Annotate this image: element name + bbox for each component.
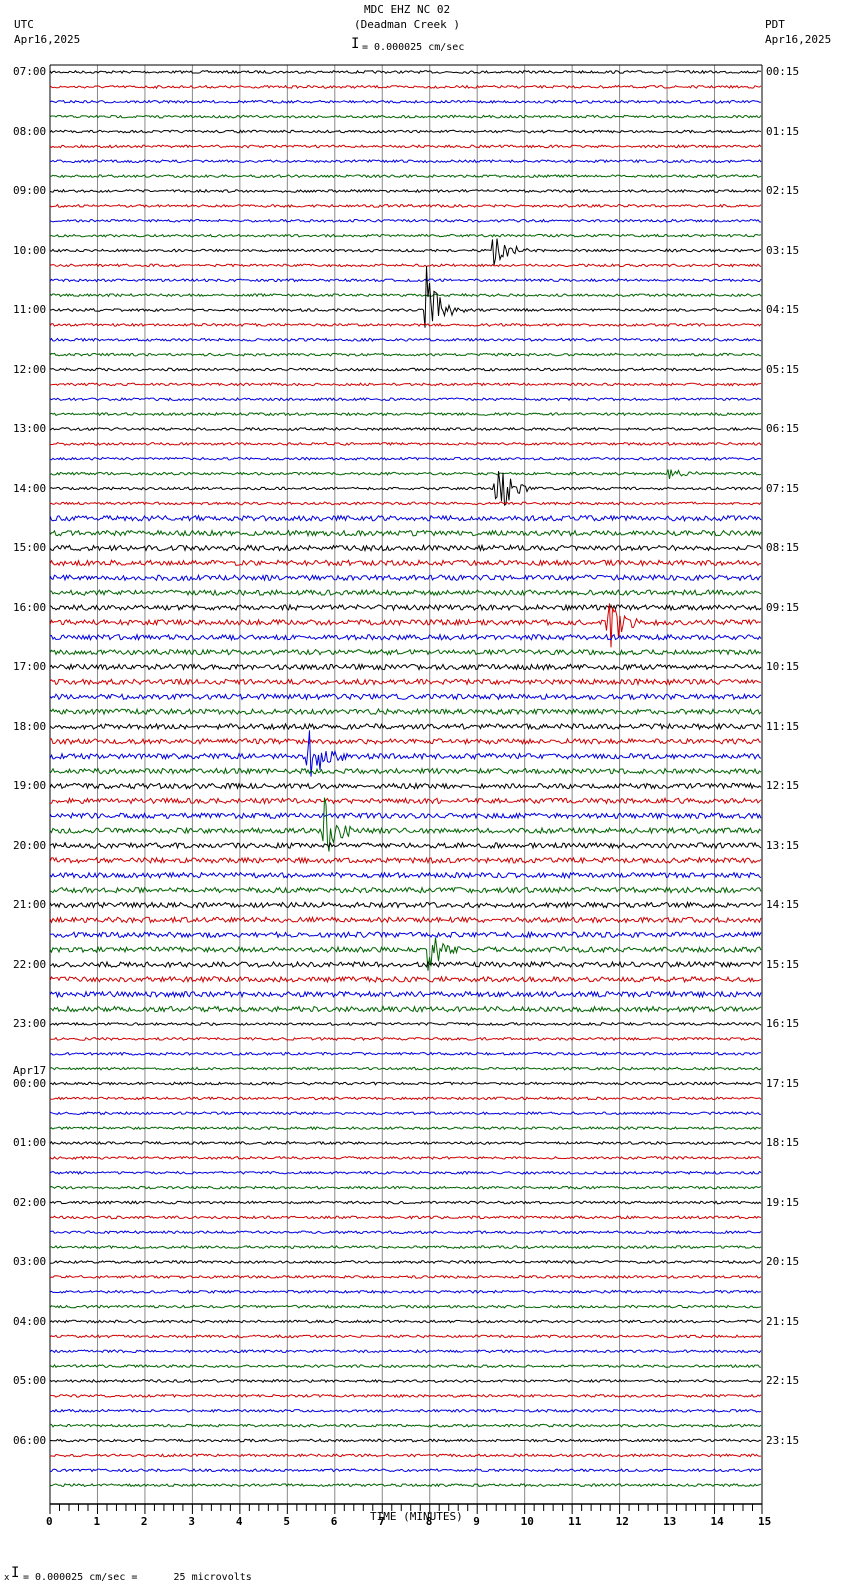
seismic-trace	[49, 730, 762, 777]
seismic-trace	[49, 662, 762, 672]
seismic-trace	[49, 1378, 762, 1384]
seismic-trace	[49, 1393, 762, 1399]
helicorder: MDC EHZ NC 02 (Deadman Creek ) UTC Apr16…	[0, 0, 850, 1584]
seismic-trace	[49, 1021, 762, 1027]
seismic-trace	[49, 265, 762, 328]
seismic-trace	[49, 543, 762, 553]
seismic-trace	[49, 188, 762, 194]
seismic-trace	[49, 1111, 762, 1116]
seismic-trace	[49, 1230, 762, 1235]
seismic-trace	[49, 1453, 762, 1458]
seismic-trace	[49, 471, 762, 507]
seismic-trace	[49, 1438, 762, 1443]
seismic-trace	[49, 263, 762, 268]
seismic-trace	[49, 975, 762, 984]
seismic-trace	[49, 1051, 761, 1056]
seismic-trace	[49, 1408, 762, 1413]
seismic-trace	[49, 129, 762, 134]
seismic-trace	[49, 900, 762, 910]
seismic-trace	[49, 1081, 762, 1086]
seismic-trace	[49, 238, 762, 266]
seismic-trace	[49, 707, 762, 716]
seismic-trace	[49, 781, 762, 790]
seismic-trace	[49, 367, 762, 372]
seismic-trace	[49, 1334, 762, 1339]
seismic-trace	[49, 1140, 762, 1146]
seismic-trace	[49, 1005, 762, 1013]
seismic-trace	[49, 692, 762, 701]
seismic-trace	[49, 766, 762, 775]
seismic-trace	[49, 1483, 762, 1488]
seismic-trace	[49, 1215, 762, 1220]
seismic-trace	[49, 796, 762, 806]
seismic-trace	[49, 1200, 762, 1205]
seismic-trace	[49, 1036, 762, 1042]
seismic-trace	[49, 1096, 762, 1101]
seismic-trace	[49, 886, 762, 895]
seismic-trace	[49, 737, 761, 746]
seismic-trace	[49, 1066, 762, 1071]
seismic-trace	[49, 856, 762, 865]
seismic-trace	[49, 588, 762, 597]
seismic-trace	[49, 233, 762, 238]
seismic-trace	[49, 573, 762, 582]
seismic-trace	[49, 1423, 762, 1428]
seismic-trace	[49, 603, 762, 612]
seismic-trace	[49, 441, 762, 447]
seismic-trace	[49, 1155, 762, 1161]
seismogram-plot	[49, 64, 763, 1514]
seismic-trace	[49, 292, 762, 298]
seismic-trace	[49, 1170, 762, 1175]
seismic-trace	[49, 1185, 762, 1190]
seismic-trace	[49, 841, 762, 850]
seismic-trace	[49, 1349, 762, 1354]
seismic-trace	[49, 84, 762, 90]
seismic-trace	[49, 1289, 762, 1294]
seismic-trace	[49, 382, 762, 387]
seismic-trace	[49, 352, 762, 357]
seismic-trace	[49, 159, 762, 164]
seismic-trace	[49, 930, 762, 940]
seismic-trace	[49, 1304, 762, 1309]
seismic-trace	[49, 558, 762, 567]
seismic-trace	[49, 469, 762, 479]
seismic-trace	[49, 69, 762, 75]
seismic-trace	[49, 144, 762, 149]
seismic-trace	[49, 1126, 762, 1131]
seismic-trace	[49, 99, 762, 104]
seismic-trace	[49, 915, 762, 924]
seismic-trace	[49, 871, 762, 880]
seismic-trace	[49, 811, 762, 820]
seismic-trace	[49, 1274, 762, 1280]
seismic-trace	[49, 218, 762, 223]
seismic-trace	[49, 648, 762, 657]
seismic-trace	[49, 1319, 762, 1324]
seismic-trace	[49, 677, 762, 687]
seismic-trace	[49, 114, 762, 119]
seismic-trace	[50, 1245, 762, 1250]
seismic-trace	[49, 529, 762, 538]
seismic-trace	[49, 722, 762, 731]
seismic-trace	[49, 514, 762, 523]
seismic-trace	[49, 633, 762, 642]
seismic-trace	[49, 426, 762, 432]
seismic-trace	[50, 501, 762, 506]
seismic-trace	[49, 456, 762, 461]
seismic-trace	[49, 174, 762, 179]
seismic-trace	[49, 337, 762, 342]
seismic-trace	[49, 1468, 762, 1473]
seismic-trace	[49, 322, 762, 328]
seismic-trace	[49, 1363, 762, 1369]
seismic-trace	[49, 411, 762, 417]
seismic-trace	[49, 278, 762, 283]
seismic-trace	[49, 397, 761, 402]
seismic-trace	[49, 990, 762, 999]
seismic-trace	[49, 1259, 762, 1265]
seismic-trace	[49, 203, 762, 209]
seismic-trace	[49, 960, 762, 969]
